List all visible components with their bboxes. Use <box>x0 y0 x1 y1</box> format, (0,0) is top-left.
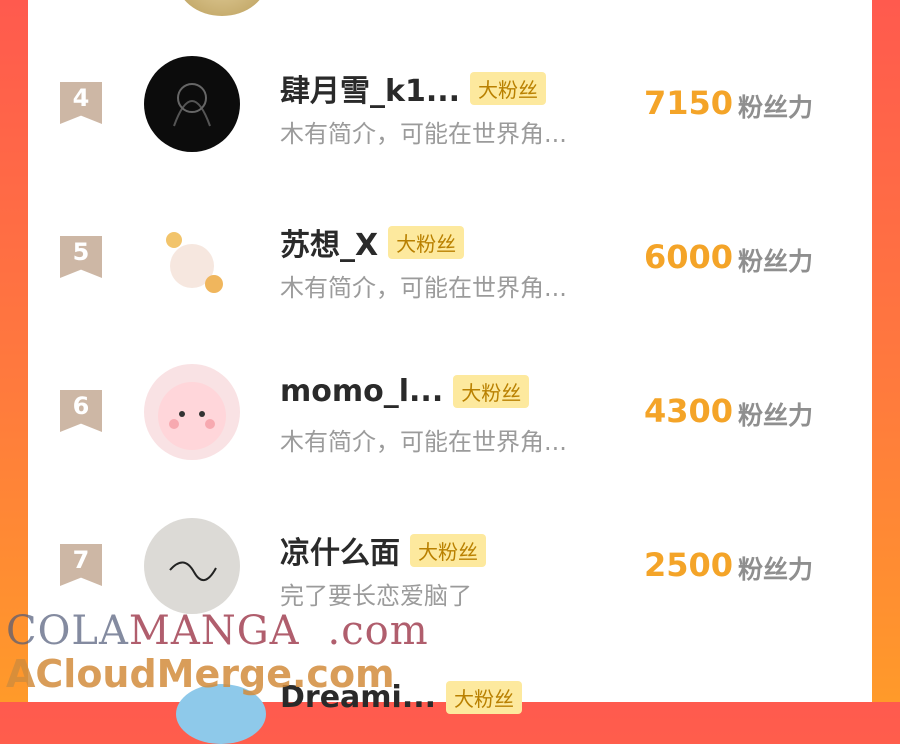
list-item[interactable]: 6 momo_l... 大粉丝 木有简介，可能在世界角... 4300 粉丝力 <box>28 358 872 478</box>
user-bio: 木有简介，可能在世界角... <box>280 428 567 456</box>
fan-badge: 大粉丝 <box>388 225 465 259</box>
fan-score-unit: 粉丝力 <box>738 401 814 430</box>
user-name[interactable]: momo_l... <box>280 374 443 409</box>
rank-badge: 4 <box>60 82 102 124</box>
list-item[interactable]: 4 肆月雪_k1... 大粉丝 木有简介，可能在世界角... 7150 粉丝力 <box>28 50 872 170</box>
avatar[interactable] <box>144 210 240 306</box>
watermark: ACloudMerge.com <box>6 652 395 696</box>
avatar[interactable] <box>176 0 268 16</box>
fan-score: 2500 <box>644 546 734 584</box>
avatar[interactable] <box>144 364 240 460</box>
fan-badge: 大粉丝 <box>410 533 486 567</box>
user-bio: 完了要长恋爱脑了 <box>280 582 472 610</box>
fan-score-unit: 粉丝力 <box>738 247 814 276</box>
rank-badge: 6 <box>60 390 102 432</box>
avatar[interactable] <box>144 518 240 614</box>
fan-score: 6000 <box>644 238 734 276</box>
user-name[interactable]: 肆月雪_k1... <box>280 66 460 110</box>
list-item[interactable]: 5 苏想_X 大粉丝 木有简介，可能在世界角... 6000 粉丝力 <box>28 204 872 324</box>
rank-badge: 5 <box>60 236 102 278</box>
fan-badge: 大粉丝 <box>453 375 530 408</box>
user-name[interactable]: 凉什么面 <box>280 528 400 572</box>
avatar[interactable] <box>144 56 240 152</box>
fan-score-unit: 粉丝力 <box>738 555 814 584</box>
ranking-panel: 4 肆月雪_k1... 大粉丝 木有简介，可能在世界角... 7150 粉丝力 … <box>28 0 872 744</box>
user-name[interactable]: 苏想_X <box>280 220 378 264</box>
user-bio: 木有简介，可能在世界角... <box>280 120 567 148</box>
user-bio: 木有简介，可能在世界角... <box>280 274 567 302</box>
fan-score-unit: 粉丝力 <box>738 93 814 122</box>
fan-score: 4300 <box>644 392 734 430</box>
watermark: COLAMANGA .com <box>6 608 429 654</box>
fan-badge: 大粉丝 <box>446 681 523 714</box>
fan-badge: 大粉丝 <box>470 71 547 105</box>
fan-score: 7150 <box>644 84 734 122</box>
rank-badge: 7 <box>60 544 102 586</box>
